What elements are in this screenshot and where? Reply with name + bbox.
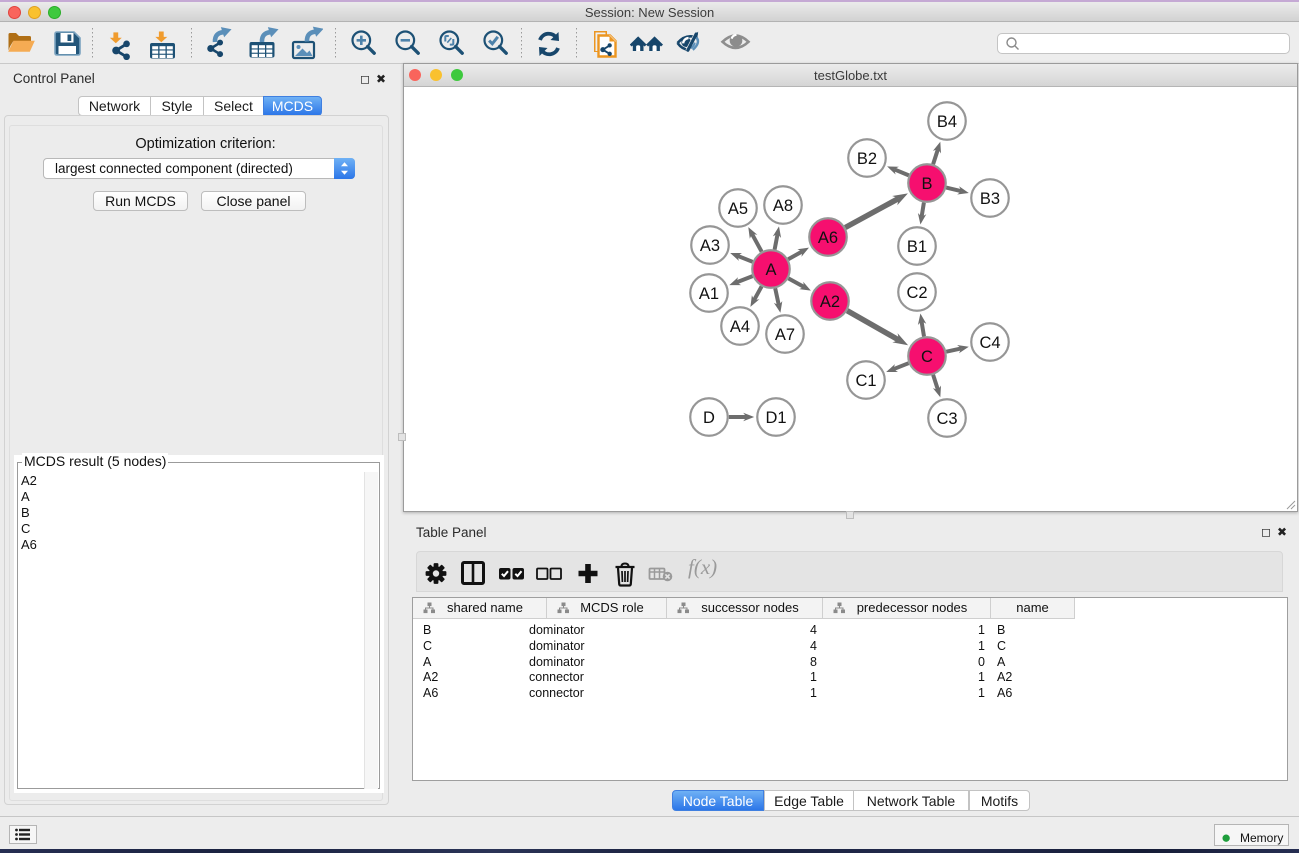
svg-text:A7: A7 xyxy=(775,326,795,344)
svg-text:B3: B3 xyxy=(980,190,1000,208)
svg-text:A5: A5 xyxy=(728,200,748,218)
svg-text:C3: C3 xyxy=(936,410,957,428)
svg-text:D1: D1 xyxy=(765,409,786,427)
svg-text:B1: B1 xyxy=(907,238,927,256)
svg-text:A1: A1 xyxy=(699,285,719,303)
svg-text:A4: A4 xyxy=(730,318,750,336)
svg-text:A8: A8 xyxy=(773,197,793,215)
svg-text:A: A xyxy=(765,261,776,279)
svg-text:B4: B4 xyxy=(937,113,957,131)
svg-text:A3: A3 xyxy=(700,237,720,255)
svg-text:C2: C2 xyxy=(906,284,927,302)
svg-text:B2: B2 xyxy=(857,150,877,168)
svg-text:D: D xyxy=(703,409,715,427)
svg-text:C4: C4 xyxy=(979,334,1000,352)
svg-text:C: C xyxy=(921,348,933,366)
svg-text:B: B xyxy=(921,175,932,193)
svg-text:A2: A2 xyxy=(820,293,840,311)
svg-text:A6: A6 xyxy=(818,229,838,247)
svg-text:C1: C1 xyxy=(855,372,876,390)
